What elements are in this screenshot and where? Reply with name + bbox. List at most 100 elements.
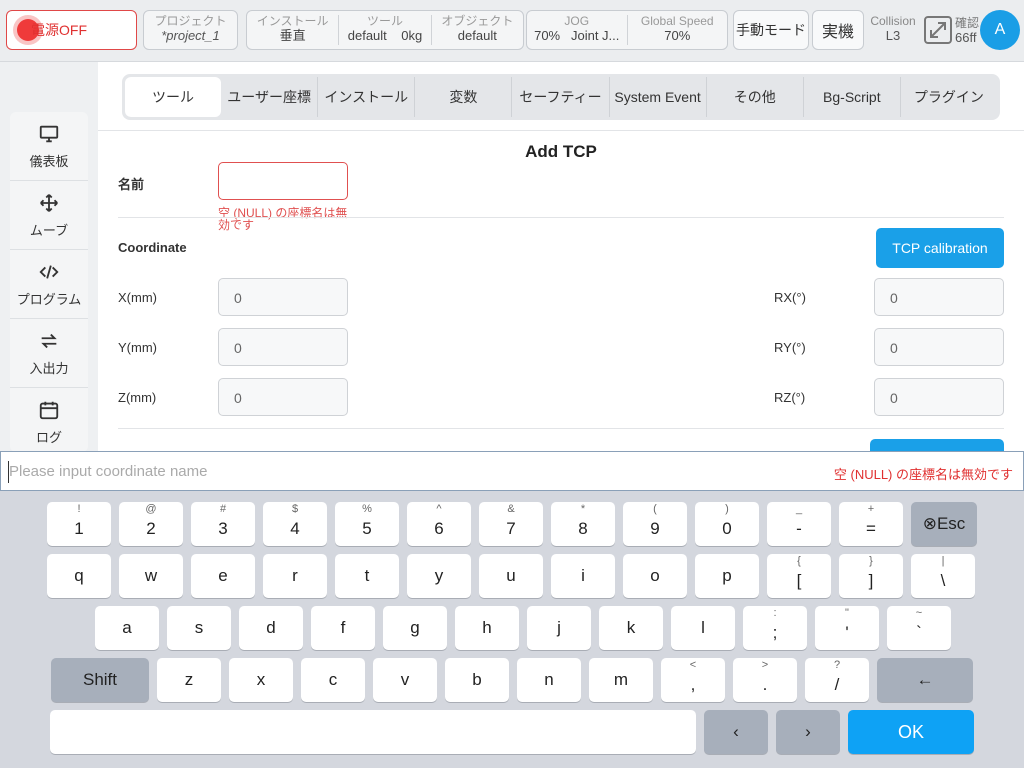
key-[[interactable]: {[ <box>767 554 831 598</box>
global-speed-value: 70% <box>664 28 691 43</box>
ry-field[interactable]: 0 <box>874 328 1004 366</box>
key-m[interactable]: m <box>589 658 653 702</box>
key-l[interactable]: l <box>671 606 735 650</box>
key-g[interactable]: g <box>383 606 447 650</box>
key-s[interactable]: s <box>167 606 231 650</box>
key-=[interactable]: + = <box>839 502 903 546</box>
key-n[interactable]: n <box>517 658 581 702</box>
manual-mode-button[interactable]: 手動モード <box>733 10 809 50</box>
key-shift-label: : <box>773 607 777 619</box>
y-field[interactable]: 0 <box>218 328 348 366</box>
key-k[interactable]: k <box>599 606 663 650</box>
key-u[interactable]: u <box>479 554 543 598</box>
confirm-checksum[interactable]: 確認 66ff <box>922 14 980 50</box>
real-robot-button[interactable]: 実機 <box>812 10 864 50</box>
name-field[interactable] <box>218 162 348 200</box>
key-'[interactable]: " ' <box>815 606 879 650</box>
key-h[interactable]: h <box>455 606 519 650</box>
key-5[interactable]: % 5 <box>335 502 399 546</box>
key-4[interactable]: $4 <box>263 502 327 546</box>
sidebar-item-log[interactable]: ログ <box>10 388 88 452</box>
key-p[interactable]: p <box>695 554 759 598</box>
key-d[interactable]: d <box>239 606 303 650</box>
tab-user-coordinate[interactable]: ユーザー座標 <box>221 77 319 117</box>
key-b[interactable]: b <box>445 658 509 702</box>
name-error-message: 空 (NULL) の座標名は無 効です <box>218 207 347 231</box>
key-3[interactable]: #3 <box>191 502 255 546</box>
space-key[interactable] <box>50 710 696 754</box>
jog-selector[interactable]: JOG 70% Joint J... <box>527 15 628 45</box>
key-z[interactable]: z <box>157 658 221 702</box>
esc-key[interactable]: ⊗Esc <box>911 502 977 546</box>
keyboard-text-input[interactable]: Please input coordinate name 空 (NULL) の座… <box>0 451 1024 491</box>
tab-variables[interactable]: 変数 <box>415 77 513 117</box>
key-w[interactable]: w <box>119 554 183 598</box>
key-8[interactable]: * 8 <box>551 502 615 546</box>
key-7[interactable]: & 7 <box>479 502 543 546</box>
key-q[interactable]: q <box>47 554 111 598</box>
tab-safety[interactable]: セーフティー <box>512 77 610 117</box>
key-e[interactable]: e <box>191 554 255 598</box>
collision-level[interactable]: Collision L3 <box>866 14 920 43</box>
key-9[interactable]: (9 <box>623 502 687 546</box>
key-][interactable]: }] <box>839 554 903 598</box>
key-label: 4 <box>290 519 300 538</box>
sidebar-item-program[interactable]: プログラム <box>10 250 88 319</box>
key-label: ` <box>916 623 922 642</box>
user-avatar[interactable]: A <box>980 10 1020 50</box>
shift-key[interactable]: Shift <box>51 658 149 702</box>
key-f[interactable]: f <box>311 606 375 650</box>
global-speed-selector[interactable]: Global Speed 70% <box>628 15 728 45</box>
key--[interactable]: _ - <box>767 502 831 546</box>
key-,[interactable]: <, <box>661 658 725 702</box>
key-y[interactable]: y <box>407 554 471 598</box>
sidebar-item-move[interactable]: ムーブ <box>10 181 88 250</box>
key-0[interactable]: ) 0 <box>695 502 759 546</box>
backspace-key[interactable]: ← <box>877 658 973 702</box>
project-selector[interactable]: プロジェクト *project_1 <box>143 10 238 50</box>
key-t[interactable]: t <box>335 554 399 598</box>
key-j[interactable]: j <box>527 606 591 650</box>
collision-title: Collision <box>870 14 916 28</box>
tab-tool[interactable]: ツール <box>125 77 222 117</box>
key-i[interactable]: i <box>551 554 615 598</box>
key-2[interactable]: @2 <box>119 502 183 546</box>
key-label: m <box>613 670 629 689</box>
tool-selector[interactable]: ツール default 0kg <box>339 15 432 45</box>
key-c[interactable]: c <box>301 658 365 702</box>
key-r[interactable]: r <box>263 554 327 598</box>
key-x[interactable]: x <box>229 658 293 702</box>
sidebar-item-dashboard[interactable]: 儀表板 <box>10 112 88 181</box>
x-field[interactable]: 0 <box>218 278 348 316</box>
key-backslash[interactable]: | \ <box>911 554 975 598</box>
ok-key[interactable]: OK <box>848 710 974 754</box>
sidebar-item-io[interactable]: 入出力 <box>10 319 88 388</box>
key-1[interactable]: ! 1 <box>47 502 111 546</box>
tab-bg-script[interactable]: Bg-Script <box>804 77 901 117</box>
tab-system-event[interactable]: System Event <box>610 77 707 117</box>
key-o[interactable]: o <box>623 554 687 598</box>
key-;[interactable]: :; <box>743 606 807 650</box>
divider <box>98 130 1024 131</box>
object-selector[interactable]: オブジェクト default <box>432 15 523 45</box>
z-field[interactable]: 0 <box>218 378 348 416</box>
key-.[interactable]: >. <box>733 658 797 702</box>
tab-install[interactable]: インストール <box>318 77 416 117</box>
tcp-calibration-button[interactable]: TCP calibration <box>876 228 1004 268</box>
tab-plugin[interactable]: プラグイン <box>901 77 997 117</box>
key-a[interactable]: a <box>95 606 159 650</box>
cursor-right-key[interactable]: › <box>776 710 840 754</box>
power-button[interactable]: 電源OFF <box>6 10 137 50</box>
key-6[interactable]: ^ 6 <box>407 502 471 546</box>
key-`[interactable]: ~ ` <box>887 606 951 650</box>
key-label: \ <box>940 571 946 590</box>
install-selector[interactable]: インストール 垂直 <box>247 15 340 45</box>
key-v[interactable]: v <box>373 658 437 702</box>
rx-field[interactable]: 0 <box>874 278 1004 316</box>
rz-field[interactable]: 0 <box>874 378 1004 416</box>
key-/[interactable]: ? / <box>805 658 869 702</box>
cursor-left-key[interactable]: ‹ <box>704 710 768 754</box>
install-tool-object-group: インストール 垂直 ツール default 0kg オブジェクト default <box>246 10 524 50</box>
tab-other[interactable]: その他 <box>707 77 804 117</box>
key-shift-label: _ <box>795 503 803 515</box>
